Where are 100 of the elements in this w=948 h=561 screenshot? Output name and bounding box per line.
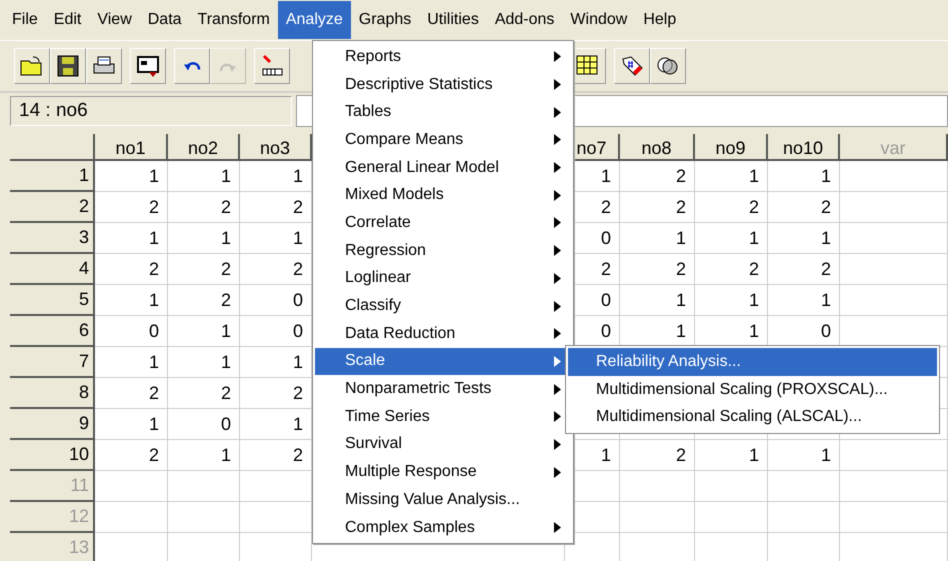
menu-item[interactable]: Edit	[46, 1, 90, 39]
submenu-arrow-icon	[554, 384, 561, 395]
table-cell: 2	[768, 192, 840, 223]
table-cell: 2	[95, 378, 168, 409]
menu-item-label: Descriptive Statistics	[345, 76, 493, 94]
menu-item[interactable]: Missing Value Analysis...	[315, 486, 571, 514]
menu-item[interactable]: Reliability Analysis...	[568, 348, 937, 376]
table-cell: 1	[95, 347, 168, 378]
submenu-arrow-icon	[554, 438, 561, 450]
table-cell	[768, 502, 840, 533]
table-cell: 1	[620, 223, 695, 254]
column-header[interactable]: no2	[168, 134, 240, 161]
table-cell: 1	[695, 223, 768, 254]
toolbar-button[interactable]	[650, 48, 686, 84]
submenu-arrow-icon	[554, 245, 561, 256]
toolbar-button[interactable]	[50, 48, 86, 84]
table-cell: 2	[168, 378, 240, 409]
table-cell: 1	[95, 223, 168, 254]
menu-item[interactable]: Help	[635, 1, 684, 39]
submenu-arrow-icon	[554, 134, 561, 146]
toolbar-button[interactable]	[174, 48, 210, 84]
column-header[interactable]: no10	[768, 134, 840, 161]
submenu-arrow-icon	[554, 328, 561, 340]
column-header[interactable]: no8	[620, 134, 695, 161]
toolbar-button[interactable]	[614, 48, 650, 84]
submenu-arrow-icon	[554, 522, 561, 534]
toolbar-button[interactable]	[130, 48, 166, 84]
save-icon	[55, 53, 81, 79]
menu-item[interactable]: Reports	[315, 43, 571, 71]
row-number[interactable]: 5	[10, 285, 95, 316]
row-number[interactable]: 7	[10, 347, 95, 378]
row-number[interactable]: 6	[10, 316, 95, 347]
row-number[interactable]: 8	[10, 378, 95, 409]
submenu-arrow-icon	[554, 162, 561, 174]
table-cell	[768, 471, 840, 502]
table-cell: 0	[95, 316, 168, 347]
menu-item-label: Complex Samples	[345, 518, 475, 537]
menu-item-label: Regression	[345, 242, 426, 260]
menu-item[interactable]: Utilities	[419, 1, 487, 39]
menu-item-label: Data Reduction	[345, 324, 456, 343]
dialog-window-icon	[135, 53, 161, 79]
submenu-arrow-icon	[554, 79, 561, 90]
undo-icon	[183, 60, 201, 72]
table-cell: 1	[168, 223, 240, 254]
table-cell: 2	[620, 440, 695, 471]
row-number[interactable]: 3	[10, 223, 95, 254]
cell-reference-field[interactable]: 14 : no6	[10, 96, 292, 126]
menu-item-label: Classify	[345, 297, 402, 316]
table-cell: 1	[95, 409, 168, 440]
row-number[interactable]: 10	[10, 440, 95, 471]
menu-item[interactable]: Multidimensional Scaling (ALSCAL)...	[568, 403, 937, 432]
table-cell: 1	[168, 316, 240, 347]
table-cell: 2	[95, 440, 168, 471]
menu-item[interactable]: Analyze	[278, 1, 351, 39]
toolbar-button[interactable]	[86, 48, 122, 84]
menu-item[interactable]: Transform	[190, 1, 278, 39]
menu-item[interactable]: Window	[562, 1, 636, 39]
menu-item-label: Nonparametric Tests	[345, 380, 492, 398]
menu-item[interactable]: Add-ons	[486, 1, 562, 39]
table-cell: 2	[95, 192, 168, 223]
submenu-arrow-icon	[554, 217, 561, 228]
menu-item[interactable]: Complex Samples	[315, 514, 571, 542]
menu-item-label: Compare Means	[345, 130, 464, 149]
column-header[interactable]: no9	[695, 134, 768, 161]
menu-item[interactable]: Multidimensional Scaling (PROXSCAL)...	[568, 376, 937, 404]
menu-item[interactable]: Graphs	[350, 1, 420, 39]
menu-item[interactable]: View	[89, 1, 140, 39]
submenu-arrow-icon	[554, 272, 561, 284]
column-header[interactable]: no3	[240, 134, 312, 161]
row-number[interactable]: 1	[10, 161, 95, 192]
table-cell: 1	[695, 440, 768, 471]
table-cell: 1	[95, 161, 168, 192]
menu-item-label: Survival	[345, 435, 402, 454]
submenu-arrow-icon	[554, 51, 561, 62]
table-cell: 2	[168, 254, 240, 285]
table-cell: 1	[695, 161, 768, 192]
table-cell	[168, 502, 240, 533]
table-cell: 2	[620, 161, 695, 192]
menu-item-label: Reports	[345, 48, 402, 66]
menu-item-label: Scale	[345, 352, 386, 370]
row-number[interactable]: 2	[10, 192, 95, 223]
table-cell: 1	[168, 161, 240, 192]
submenu-arrow-icon	[554, 411, 561, 422]
row-number[interactable]: 4	[10, 254, 95, 285]
submenu-arrow-icon	[554, 356, 561, 367]
table-cell	[168, 471, 240, 502]
menu-item-label: Mixed Models	[345, 186, 444, 204]
row-number[interactable]: 9	[10, 409, 95, 440]
menu-item[interactable]: Descriptive Statistics	[315, 70, 571, 98]
menu-item[interactable]: Data	[140, 1, 190, 39]
column-header[interactable]: no1	[95, 134, 168, 161]
toolbar-button[interactable]	[14, 48, 50, 84]
menu-item[interactable]: File	[4, 1, 46, 39]
table-cell: 2	[95, 254, 168, 285]
table-cell: 1	[168, 347, 240, 378]
menu-item-label: Tables	[345, 103, 392, 122]
submenu-arrow-icon	[554, 466, 561, 478]
menu-item-label: Loglinear	[345, 269, 411, 288]
menu-item[interactable]: Tables	[315, 98, 571, 126]
toolbar-button[interactable]	[254, 48, 290, 84]
